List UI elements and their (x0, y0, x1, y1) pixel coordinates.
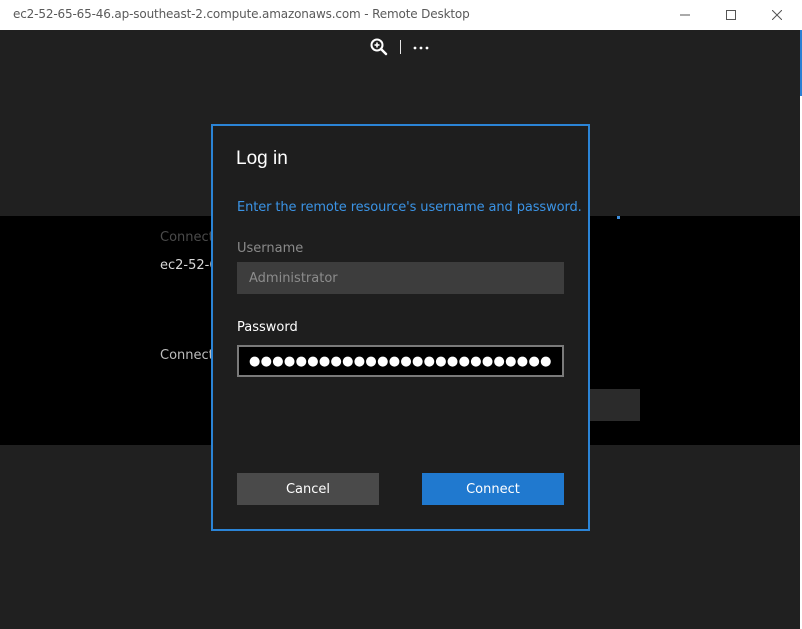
progress-dot (617, 216, 620, 219)
maximize-icon (726, 10, 736, 20)
login-dialog: Log in Enter the remote resource's usern… (211, 124, 590, 531)
maximize-button[interactable] (708, 0, 754, 30)
connect-button[interactable]: Connect (422, 473, 564, 505)
toolbar-separator (400, 40, 401, 54)
connection-label: Connect (160, 230, 214, 245)
more-icon (413, 46, 429, 50)
minimize-button[interactable] (662, 0, 708, 30)
connection-host: ec2-52-6 (160, 258, 218, 273)
connection-status-label: Connect (160, 348, 214, 363)
session-toolbar (366, 36, 436, 58)
password-label: Password (237, 320, 298, 335)
close-icon (772, 10, 782, 20)
zoom-in-icon (370, 38, 388, 56)
dialog-description: Enter the remote resource's username and… (237, 200, 582, 215)
minimize-icon (680, 14, 690, 16)
remote-desktop-window: ec2-52-65-65-46.ap-southeast-2.compute.a… (0, 0, 802, 629)
close-button[interactable] (754, 0, 800, 30)
title-bar: ec2-52-65-65-46.ap-southeast-2.compute.a… (0, 0, 801, 30)
username-field[interactable] (237, 262, 564, 294)
username-label: Username (237, 241, 304, 256)
password-field[interactable] (237, 345, 564, 377)
window-title: ec2-52-65-65-46.ap-southeast-2.compute.a… (13, 7, 470, 21)
cancel-button[interactable]: Cancel (237, 473, 379, 505)
more-options-button[interactable] (410, 38, 434, 56)
dialog-title: Log in (236, 148, 288, 169)
zoom-button[interactable] (369, 37, 391, 57)
